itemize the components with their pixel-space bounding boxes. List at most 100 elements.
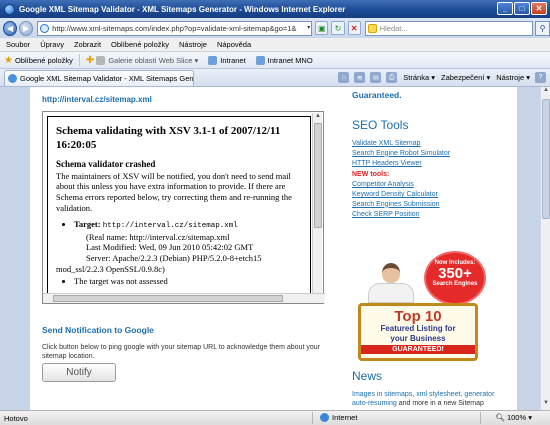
- maximize-button[interactable]: □: [514, 2, 530, 15]
- sitemap-url-link[interactable]: http://interval.cz/sitemap.xml: [42, 95, 152, 104]
- tool-link-http-headers[interactable]: HTTP Headers Viewer: [352, 159, 450, 169]
- favorite-intranet[interactable]: Intranet: [208, 55, 246, 65]
- favorites-bar: ★ Oblíbené položky ✚ Galerie oblastí Web…: [0, 52, 550, 69]
- search-input[interactable]: Hledat...: [364, 20, 533, 36]
- crash-text: The maintainers of XSV will be notified,…: [56, 170, 292, 213]
- scroll-thumb[interactable]: [53, 295, 283, 302]
- ad-burst-badge: Now Includes: 350+ Search Engines: [426, 253, 484, 303]
- url-input[interactable]: http://www.xml-sitemaps.com/index.php?op…: [37, 20, 313, 36]
- page-menu[interactable]: Stránka ▾: [403, 73, 435, 82]
- crash-title: Schema validator crashed: [56, 158, 156, 169]
- report-list: Target: http://interval.cz/sitemap.xml (…: [56, 219, 302, 287]
- url-dropdown-icon[interactable]: ▾: [307, 24, 310, 31]
- favorites-button[interactable]: Oblíbené položky: [15, 56, 73, 65]
- security-zone[interactable]: Internet: [320, 413, 357, 422]
- seo-tools-title: SEO Tools: [352, 118, 409, 132]
- tool-link-keyword-density[interactable]: Keyword Density Calculator: [352, 190, 450, 200]
- web-page: http://interval.cz/sitemap.xml Schema va…: [30, 87, 517, 410]
- command-bar: ⌂ ≋ ✉ ⎙ Stránka ▾ Zabezpečení ▾ Nástroje…: [333, 72, 546, 83]
- menu-favorites[interactable]: Oblíbené položky: [111, 40, 169, 49]
- tool-link-robot-simulator[interactable]: Search Engine Robot Simulator: [352, 149, 450, 159]
- validation-report-frame: Schema validating with XSV 3.1-1 of 2007…: [42, 111, 325, 304]
- target-url: http://interval.cz/sitemap.xml: [102, 222, 238, 231]
- ad-line-4: GUARANTEED!: [361, 345, 475, 355]
- notify-section-title: Send Notification to Google: [42, 325, 154, 335]
- mail-icon[interactable]: ✉: [370, 72, 382, 83]
- list-item: The target was not assessed: [74, 276, 302, 287]
- back-button[interactable]: ◀: [3, 20, 18, 36]
- page-vertical-scrollbar[interactable]: ▲ ▼: [540, 87, 550, 410]
- menu-edit[interactable]: Úpravy: [40, 40, 64, 49]
- window-title: Google XML Sitemap Validator - XML Sitem…: [19, 4, 346, 14]
- menu-bar: Soubor Úpravy Zobrazit Oblíbené položky …: [0, 38, 550, 52]
- ad-person-image: [360, 263, 422, 303]
- favorites-star-icon[interactable]: ★: [4, 55, 13, 66]
- status-bar: Hotovo Internet 🔍︎ 100% ▾: [0, 410, 550, 425]
- divider: [78, 54, 80, 66]
- guaranteed-link[interactable]: Guaranteed.: [352, 90, 402, 100]
- stop-icon[interactable]: ✕: [347, 21, 361, 35]
- search-icon[interactable]: ⚲: [535, 20, 550, 36]
- address-bar: ◀ ▶ http://www.xml-sitemaps.com/index.ph…: [0, 18, 550, 38]
- favorite-web-slice[interactable]: Galerie oblastí Web Slice ▾: [96, 55, 199, 65]
- globe-icon: [320, 413, 329, 422]
- favorite-label: Intranet: [220, 55, 246, 65]
- search-placeholder: Hledat...: [379, 23, 408, 33]
- minimize-button[interactable]: _: [497, 2, 513, 15]
- tool-link-competitor[interactable]: Competitor Analysis: [352, 180, 450, 190]
- menu-view[interactable]: Zobrazit: [74, 40, 101, 49]
- url-text: http://www.xml-sitemaps.com/index.php?op…: [52, 23, 297, 33]
- chevron-down-icon: ▾: [526, 413, 532, 422]
- status-text: Hotovo: [4, 413, 28, 423]
- tab-bar: Google XML Sitemap Validator - XML Sitem…: [0, 69, 550, 87]
- advertisement-banner[interactable]: Now Includes: 350+ Search Engines Top 10…: [352, 253, 487, 365]
- compatibility-icon[interactable]: ▣: [315, 21, 329, 35]
- favorite-intranet-mno[interactable]: Intranet MNO: [255, 55, 313, 65]
- link-icon: [255, 55, 265, 65]
- ad-person-body: [368, 283, 414, 303]
- tool-link-submission[interactable]: Search Engines Submission: [352, 200, 450, 210]
- report-heading: Schema validating with XSV 3.1-1 of 2007…: [56, 125, 281, 151]
- close-button[interactable]: ✕: [531, 2, 547, 15]
- news-rest: and more in a new Sitemap: [396, 400, 484, 408]
- menu-help[interactable]: Nápověda: [217, 40, 251, 49]
- ad-sign: Top 10 Featured Listing for your Busines…: [358, 303, 478, 361]
- help-icon[interactable]: ?: [535, 72, 546, 83]
- forward-button[interactable]: ▶: [19, 20, 34, 36]
- tab-active[interactable]: Google XML Sitemap Validator - XML Sitem…: [4, 69, 194, 86]
- target-label: Target:: [74, 219, 101, 230]
- new-tools-label: NEW tools:: [352, 171, 390, 179]
- mod-ssl-info: mod_ssl/2.2.3 OpenSSL/0.9.8c): [56, 263, 165, 274]
- security-menu[interactable]: Zabezpečení ▾: [441, 73, 490, 82]
- report-vertical-scrollbar[interactable]: ▲ ▼: [312, 113, 322, 302]
- zoom-level: 100%: [506, 413, 527, 422]
- tool-link-serp[interactable]: Check SERP Position: [352, 210, 450, 220]
- search-provider-icon: [367, 23, 377, 33]
- report-horizontal-scrollbar[interactable]: [43, 293, 325, 303]
- window-controls: _ □ ✕: [497, 2, 547, 15]
- page-icon: [40, 23, 50, 33]
- zoom-control[interactable]: 🔍︎ 100% ▾: [495, 413, 532, 422]
- scroll-thumb[interactable]: [542, 99, 550, 219]
- scroll-up-icon[interactable]: ▲: [541, 87, 550, 97]
- tool-link-validate[interactable]: Validate XML Sitemap: [352, 139, 450, 149]
- browser-viewport: http://interval.cz/sitemap.xml Schema va…: [0, 87, 540, 410]
- ad-line-1: Top 10: [394, 308, 442, 325]
- tab-favicon: [8, 73, 17, 83]
- home-icon[interactable]: ⌂: [338, 72, 350, 83]
- refresh-icon[interactable]: ↻: [331, 21, 345, 35]
- divider: [480, 412, 481, 424]
- scroll-thumb[interactable]: [314, 123, 322, 228]
- zone-label: Internet: [332, 413, 358, 422]
- ie-logo-icon: [4, 3, 15, 15]
- favorite-label: Galerie oblastí Web Slice ▾: [108, 55, 199, 65]
- scroll-up-icon[interactable]: ▲: [313, 113, 323, 122]
- print-icon[interactable]: ⎙: [386, 72, 398, 83]
- tools-menu[interactable]: Nástroje ▾: [496, 73, 530, 82]
- scroll-down-icon[interactable]: ▼: [541, 400, 550, 410]
- notify-button[interactable]: Notify: [42, 363, 116, 382]
- add-favorite-icon[interactable]: ✚: [86, 55, 94, 66]
- menu-file[interactable]: Soubor: [6, 40, 30, 49]
- menu-tools[interactable]: Nástroje: [179, 40, 207, 49]
- feeds-icon[interactable]: ≋: [354, 72, 366, 83]
